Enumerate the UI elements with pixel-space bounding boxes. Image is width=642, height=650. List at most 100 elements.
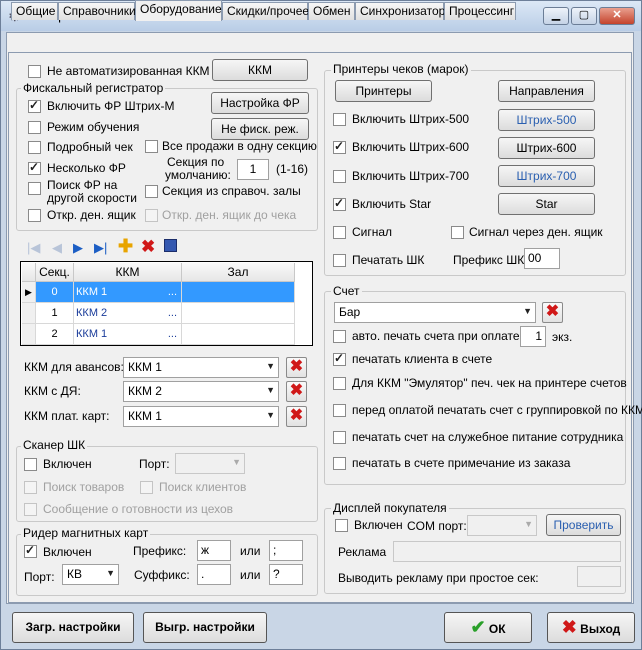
directions-button[interactable]: Направления	[498, 80, 595, 102]
all-sales-one-section-checkbox[interactable]	[145, 140, 158, 153]
row-hall[interactable]	[182, 303, 295, 324]
fr-settings-button[interactable]: Настройка ФР	[211, 92, 309, 114]
open-drawer-checkbox[interactable]	[28, 209, 41, 222]
order-note-checkbox[interactable]	[333, 457, 346, 470]
auto-print-checkbox[interactable]	[333, 330, 346, 343]
signal-drawer-checkbox[interactable]	[451, 226, 464, 239]
kkm-card-select[interactable]: ККМ 1 ▼	[123, 406, 279, 427]
magreader-suffix-alt-input[interactable]: ?	[269, 564, 303, 585]
row-kkm-ellipsis-button[interactable]: ...	[168, 324, 177, 345]
display-com-select[interactable]: ▼	[467, 515, 537, 536]
emulator-checkbox[interactable]	[333, 377, 346, 390]
display-enabled-checkbox[interactable]	[335, 519, 348, 532]
tab-equipment[interactable]: Оборудование	[135, 0, 222, 21]
magreader-suffix-input[interactable]: .	[197, 564, 231, 585]
section-default-input[interactable]: 1	[237, 159, 269, 180]
prev-record-icon[interactable]: ◀	[52, 240, 62, 256]
grid-header-section[interactable]: Секц.	[36, 263, 74, 282]
bill-place-select[interactable]: Бар ▼	[334, 302, 536, 323]
shtrih500-button[interactable]: Штрих-500	[498, 109, 595, 131]
copies-input[interactable]: 1	[520, 326, 546, 347]
print-barcode-checkbox[interactable]	[333, 254, 346, 267]
grid-header-kkm[interactable]: ККМ	[74, 263, 182, 282]
magreader-prefix-input[interactable]: ж	[197, 540, 231, 561]
barcode-prefix-input[interactable]: 00	[524, 248, 560, 269]
enable-shtrih700-checkbox[interactable]	[333, 170, 346, 183]
kkm-advances-label: ККМ для авансов:	[24, 360, 124, 374]
ad-input[interactable]	[393, 541, 621, 562]
enable-star-checkbox[interactable]	[333, 196, 346, 211]
clear-advances-button[interactable]: ✖	[286, 357, 307, 378]
row-kkm[interactable]: ККМ 2...	[74, 303, 182, 324]
enable-shtrih600-checkbox[interactable]	[333, 139, 346, 154]
kkm-button[interactable]: ККМ	[212, 59, 308, 81]
clear-dya-button[interactable]: ✖	[286, 381, 307, 402]
row-kkm-ellipsis-button[interactable]: ...	[168, 303, 177, 324]
delete-record-icon[interactable]: ✖	[141, 237, 155, 257]
grid-header-hall[interactable]: Зал	[182, 263, 295, 282]
load-settings-button[interactable]: Загр. настройки	[12, 612, 134, 643]
magreader-port-select[interactable]: КВ ▼	[62, 564, 119, 585]
exit-button[interactable]: ✖ Выход	[547, 612, 635, 643]
staff-food-checkbox[interactable]	[333, 431, 346, 444]
tab-processing[interactable]: Процессинг	[444, 2, 516, 20]
row-kkm-ellipsis-button[interactable]: ...	[168, 282, 177, 303]
multiple-fr-checkbox[interactable]	[28, 160, 41, 175]
search-clients-checkbox[interactable]	[140, 481, 153, 494]
table-row[interactable]: ▶ 0 ККМ 1...	[22, 282, 313, 303]
enable-fr-checkbox[interactable]	[28, 98, 41, 113]
search-goods-checkbox[interactable]	[24, 481, 37, 494]
maximize-button[interactable]: ▢	[571, 7, 597, 25]
search-fr-speed-checkbox[interactable]	[28, 182, 41, 195]
tab-synchronizer[interactable]: Синхронизатор	[355, 2, 445, 20]
row-hall[interactable]	[182, 324, 295, 345]
check-display-button[interactable]: Проверить	[546, 514, 621, 536]
unload-settings-button[interactable]: Выгр. настройки	[143, 612, 267, 643]
row-kkm[interactable]: ККМ 1...	[74, 282, 182, 303]
enable-shtrih500-checkbox[interactable]	[333, 113, 346, 126]
table-row[interactable]: 2 ККМ 1...	[22, 324, 313, 345]
tab-general[interactable]: Общие	[11, 2, 58, 20]
row-kkm[interactable]: ККМ 1...	[74, 324, 182, 345]
row-section[interactable]: 1	[36, 303, 74, 324]
tab-references[interactable]: Справочники	[58, 2, 136, 20]
tab-exchange[interactable]: Обмен	[308, 2, 355, 20]
star-button[interactable]: Star	[498, 193, 595, 215]
last-record-icon[interactable]: ▶|	[94, 240, 107, 256]
not-automated-kkm-checkbox[interactable]	[28, 65, 41, 78]
training-mode-checkbox[interactable]	[28, 121, 41, 134]
print-client-checkbox[interactable]	[333, 351, 346, 366]
table-row[interactable]: 1 ККМ 2...	[22, 303, 313, 324]
scanner-port-select[interactable]: ▼	[175, 453, 245, 474]
ad-idle-input[interactable]	[577, 566, 621, 587]
row-section[interactable]: 0	[36, 282, 74, 303]
ok-button[interactable]: ✔ ОК	[444, 612, 532, 643]
clear-card-button[interactable]: ✖	[286, 406, 307, 427]
shtrih600-button[interactable]: Штрих-600	[498, 137, 595, 159]
kkm-advances-value: ККМ 1	[128, 360, 162, 374]
minimize-button[interactable]: ▁	[543, 7, 569, 25]
tab-discounts[interactable]: Скидки/прочее	[222, 2, 309, 20]
scanner-enabled-checkbox[interactable]	[24, 458, 37, 471]
next-record-icon[interactable]: ▶	[73, 240, 83, 256]
detailed-check-checkbox[interactable]	[28, 141, 41, 154]
save-record-icon[interactable]	[164, 239, 177, 252]
first-record-icon[interactable]: |◀	[27, 240, 40, 256]
shtrih700-button[interactable]: Штрих-700	[498, 165, 595, 187]
kkm-dya-select[interactable]: ККМ 2 ▼	[123, 381, 279, 402]
grouped-print-checkbox[interactable]	[333, 404, 346, 417]
magreader-prefix-alt-input[interactable]: ;	[269, 540, 303, 561]
clear-bill-place-button[interactable]: ✖	[542, 302, 563, 323]
add-record-icon[interactable]: ✚	[118, 236, 133, 257]
section-from-halls-checkbox[interactable]	[145, 185, 158, 198]
row-hall[interactable]	[182, 282, 295, 303]
printers-button[interactable]: Принтеры	[335, 80, 432, 102]
signal-checkbox[interactable]	[333, 226, 346, 239]
ready-message-checkbox[interactable]	[24, 503, 37, 516]
kkm-advances-select[interactable]: ККМ 1 ▼	[123, 357, 279, 378]
open-drawer-before-checkbox[interactable]	[145, 209, 158, 222]
close-window-button[interactable]: ✕	[599, 7, 635, 25]
row-section[interactable]: 2	[36, 324, 74, 345]
magreader-enabled-checkbox[interactable]	[24, 543, 37, 558]
not-fiscal-mode-button[interactable]: Не фиск. реж.	[211, 118, 309, 140]
